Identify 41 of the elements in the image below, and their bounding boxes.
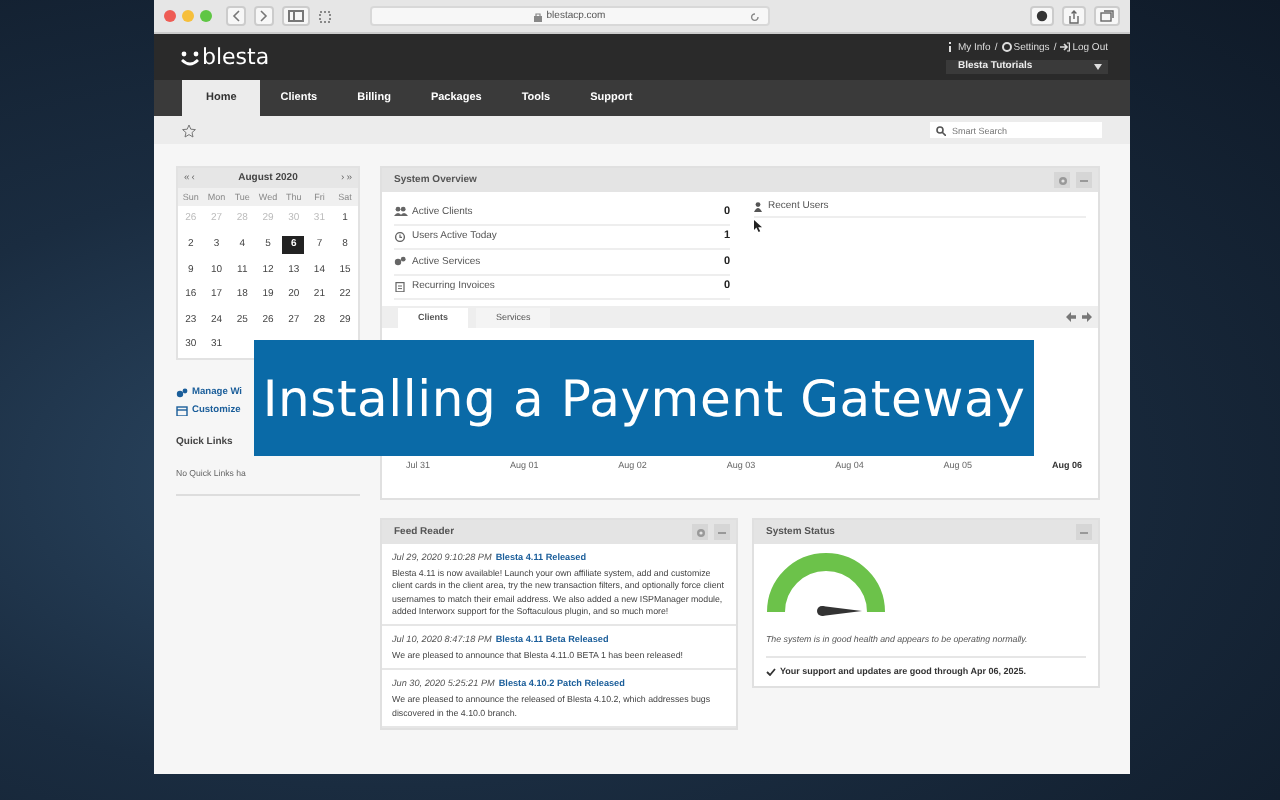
star-icon[interactable] xyxy=(182,123,196,137)
user-icon xyxy=(754,201,762,211)
settings-button[interactable] xyxy=(1054,172,1070,188)
logo-text: blesta xyxy=(202,44,270,70)
logout-icon xyxy=(1060,42,1071,52)
minus-icon xyxy=(718,531,726,533)
circle-icon xyxy=(1036,10,1048,22)
share-button[interactable] xyxy=(1062,6,1086,26)
caret-icon xyxy=(1094,63,1102,69)
checkmark-icon xyxy=(766,667,776,675)
sidebar-button[interactable] xyxy=(282,6,310,26)
tabs-button[interactable] xyxy=(1094,6,1120,26)
lock-icon xyxy=(534,11,543,21)
minus-icon xyxy=(1080,531,1088,533)
mouse-cursor-icon xyxy=(754,220,762,232)
smile-logo-icon xyxy=(180,49,200,65)
reload-icon xyxy=(750,11,760,21)
settings-button[interactable] xyxy=(692,524,708,540)
users-icon xyxy=(394,206,408,217)
chevron-left-icon xyxy=(232,10,240,22)
left-arrow-icon[interactable] xyxy=(1066,312,1076,322)
extension-button[interactable] xyxy=(1030,6,1054,26)
minimize-button[interactable] xyxy=(714,524,730,540)
back-button[interactable] xyxy=(226,6,246,26)
title-text: Installing a Payment Gateway xyxy=(262,369,1026,427)
calendar-icon xyxy=(176,405,188,415)
search-icon xyxy=(936,125,946,135)
info-icon xyxy=(945,42,956,52)
minimize-button[interactable] xyxy=(1076,524,1092,540)
minus-icon xyxy=(1080,179,1088,181)
gauge-drawing xyxy=(766,552,886,616)
minimize-button[interactable] xyxy=(1076,172,1092,188)
tabs-icon xyxy=(1100,10,1114,22)
share-icon xyxy=(1068,9,1080,23)
forward-button[interactable] xyxy=(254,6,274,26)
sidebar-icon xyxy=(288,10,304,22)
clock-icon xyxy=(394,231,408,242)
chevron-right-icon xyxy=(260,10,268,22)
document-icon xyxy=(394,281,408,292)
right-arrow-icon[interactable] xyxy=(1082,312,1092,322)
extension-icon[interactable] xyxy=(318,9,332,23)
